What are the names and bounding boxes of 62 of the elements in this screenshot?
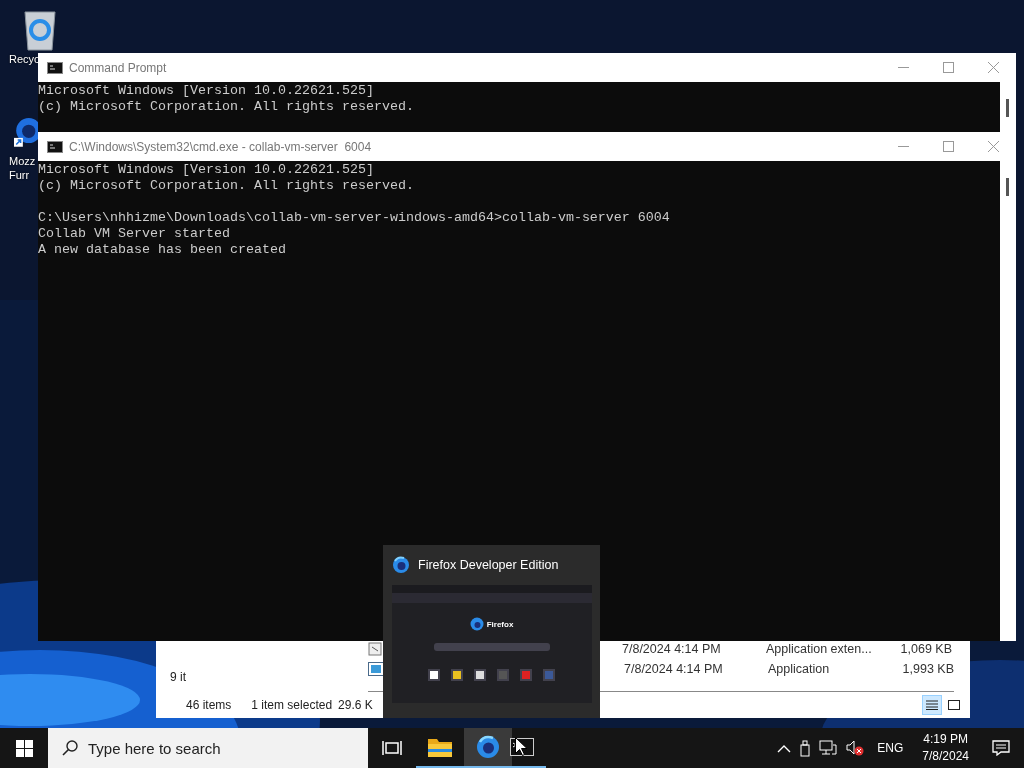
close-icon <box>988 141 999 152</box>
window-preview[interactable]: Firefox <box>391 585 592 703</box>
mouse-cursor-icon <box>515 737 527 756</box>
chevron-up-icon[interactable] <box>777 743 792 753</box>
shortcut-tile <box>474 669 486 681</box>
maximize-icon <box>943 62 954 73</box>
windows-logo-icon <box>15 739 33 757</box>
window-title: Command Prompt <box>69 60 167 75</box>
desktop-icon-label: Furr <box>9 168 30 182</box>
console-icon <box>47 61 63 74</box>
language-indicator[interactable]: ENG <box>877 741 904 755</box>
type-cell-text: Application <box>768 662 831 676</box>
browser-icon <box>476 735 500 759</box>
status-text: 29.6 K <box>338 698 373 712</box>
muted-speaker-icon[interactable] <box>846 740 865 756</box>
search-field[interactable]: Type here to search <box>48 728 368 768</box>
clock[interactable]: 4:19 PM 7/8/2024 <box>922 731 969 765</box>
item-count-text: 9 it <box>169 670 187 686</box>
console-line: Microsoft Windows [Version 10.0.22621.525] <box>38 83 375 99</box>
shortcut-tile <box>520 669 532 681</box>
console-line: A new database has been created <box>38 242 287 258</box>
status-text: 1 item selected <box>251 698 333 712</box>
date-cell-text: 7/8/2024 4:14 PM <box>622 642 722 656</box>
notification-icon[interactable] <box>992 740 1010 756</box>
window-title: C:\Windows\System32\cmd.exe - collab-vm-server 6004 <box>69 139 372 154</box>
console-icon <box>47 140 63 153</box>
preview-logo-text: Firefox <box>486 619 514 629</box>
browser-icon <box>469 617 484 631</box>
file-icon <box>368 642 382 656</box>
console-line: C:\Users\nhhizme\Downloads\collab-vm-server-windows-amd64>collab-vm-server 6004 <box>38 210 671 226</box>
date-cell-text: 7/8/2024 4:14 PM <box>624 662 724 676</box>
network-icon[interactable] <box>819 740 838 756</box>
browser-icon <box>392 556 410 574</box>
tiles-icon <box>948 700 960 710</box>
scrollbar[interactable] <box>1000 161 1016 641</box>
shortcut-tile <box>497 669 509 681</box>
console-line: Collab VM Server started <box>38 226 231 242</box>
details-view-button[interactable] <box>922 695 942 715</box>
console-line: Microsoft Windows [Version 10.0.22621.525] <box>38 162 375 178</box>
details-list-icon <box>926 700 938 710</box>
search-icon <box>62 740 78 756</box>
usb-drive-icon[interactable] <box>800 739 811 757</box>
date-text: 7/8/2024 <box>922 748 969 765</box>
shortcut-tile <box>543 669 555 681</box>
console-line: (c) Microsoft Corporation. All rights reserved. <box>38 178 415 194</box>
preview-title: Firefox Developer Edition <box>418 558 559 572</box>
time-text: 4:19 PM <box>923 731 968 748</box>
status-text: 46 items <box>186 698 232 712</box>
task-view-icon <box>382 739 402 757</box>
maximize-icon <box>943 141 954 152</box>
desktop-icon-label: Mozz <box>9 154 36 168</box>
close-icon <box>988 62 999 73</box>
shortcut-tile <box>451 669 463 681</box>
desktop-icon-label: Recyc <box>9 52 40 66</box>
console-line: (c) Microsoft Corporation. All rights reserved. <box>38 99 415 115</box>
size-cell-text: 1,993 KB <box>901 662 954 676</box>
shortcut-tile <box>428 669 440 681</box>
size-cell-text: 1,069 KB <box>899 642 952 656</box>
folder-icon <box>427 736 453 758</box>
application-icon <box>368 662 384 676</box>
taskbar-app-button[interactable] <box>464 728 512 768</box>
type-cell-text: Application exten... <box>766 642 873 656</box>
